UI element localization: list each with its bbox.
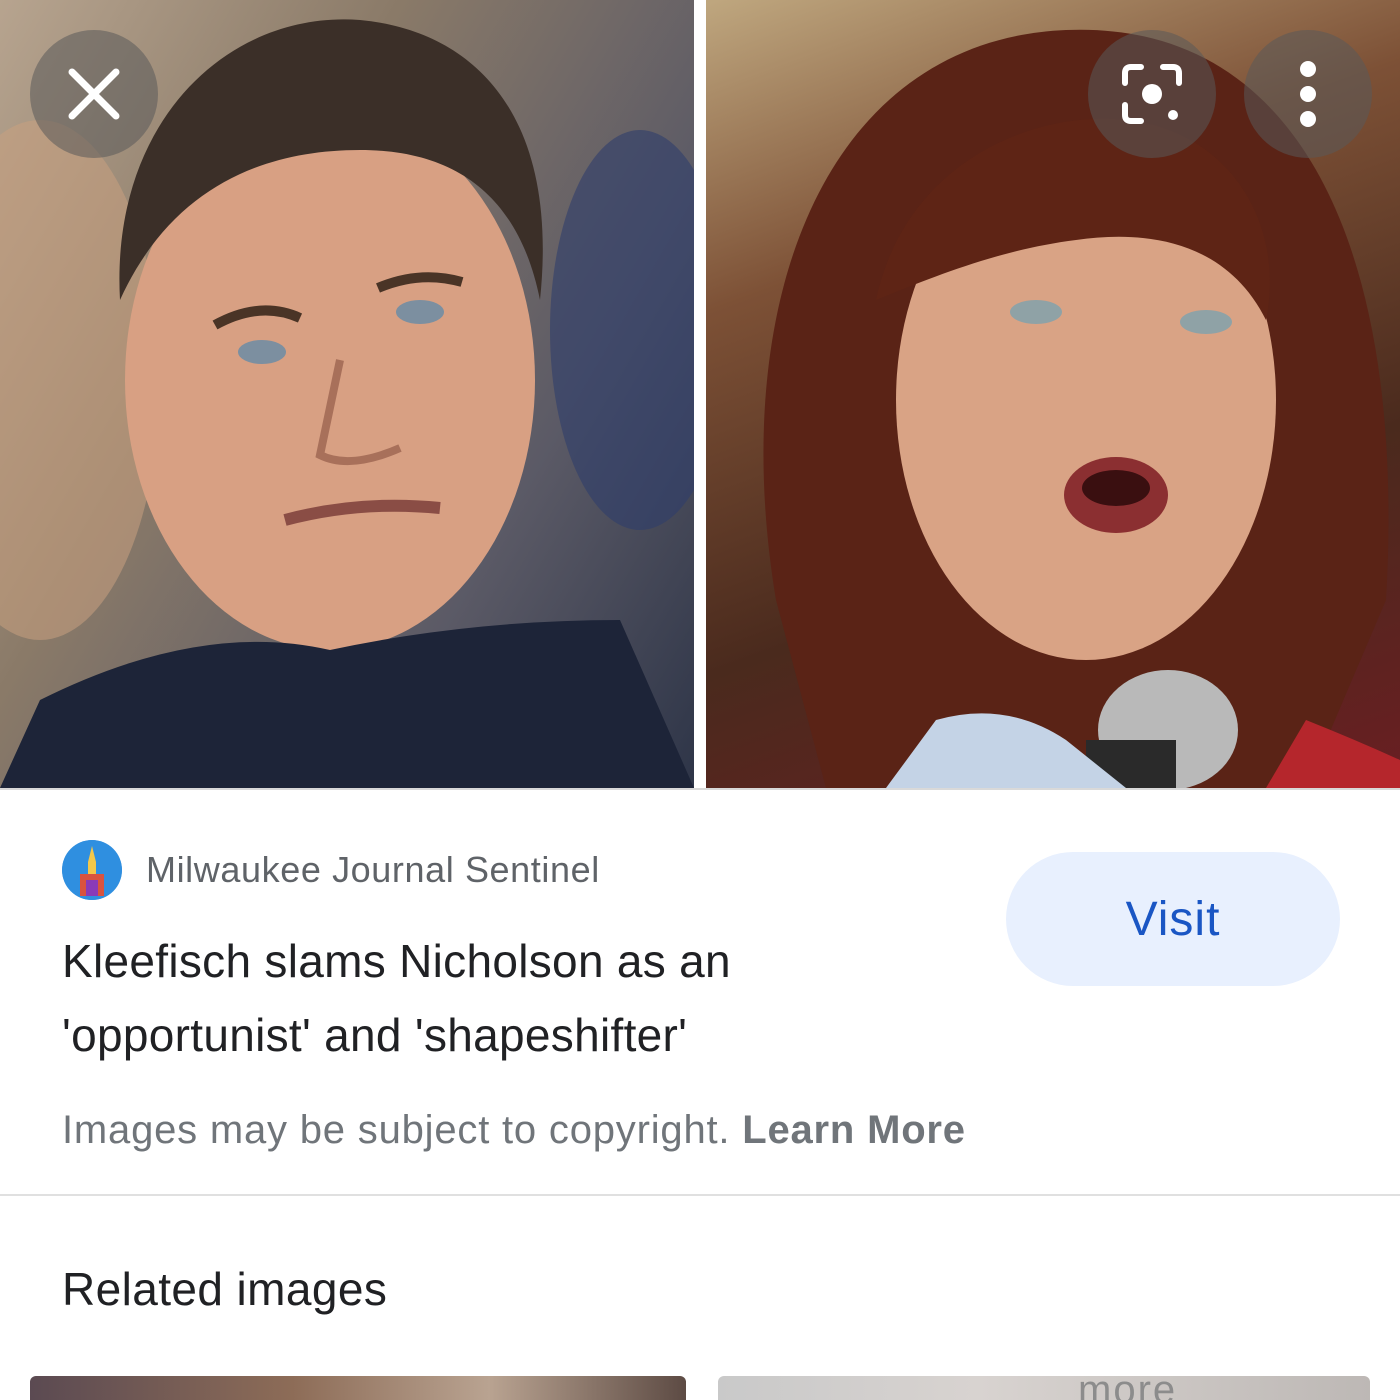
site-favicon bbox=[62, 840, 122, 900]
related-image-thumbnail-1[interactable] bbox=[30, 1376, 686, 1400]
related-image-thumbnail-2[interactable]: more bbox=[718, 1376, 1370, 1400]
visit-button[interactable]: Visit bbox=[1006, 852, 1340, 986]
thumbnail-2-text: more bbox=[1078, 1376, 1178, 1400]
headline-line-1: Kleefisch slams Nicholson as an bbox=[62, 935, 731, 987]
source-name[interactable]: Milwaukee Journal Sentinel bbox=[146, 849, 600, 891]
close-icon bbox=[68, 68, 120, 120]
copyright-text: Images may be subject to copyright. bbox=[62, 1108, 731, 1152]
learn-more-link[interactable]: Learn More bbox=[742, 1108, 966, 1152]
result-headline[interactable]: Kleefisch slams Nicholson as an 'opportu… bbox=[62, 924, 922, 1072]
image-divider bbox=[694, 0, 706, 788]
image-viewer[interactable] bbox=[0, 0, 1400, 790]
section-divider bbox=[0, 1194, 1400, 1196]
close-button[interactable] bbox=[30, 30, 158, 158]
site-favicon-graphic bbox=[62, 840, 122, 900]
visit-button-label: Visit bbox=[1125, 892, 1221, 946]
source-row[interactable]: Milwaukee Journal Sentinel bbox=[62, 838, 600, 902]
headline-line-2: 'opportunist' and 'shapeshifter' bbox=[62, 1009, 688, 1061]
google-lens-icon bbox=[1122, 64, 1182, 124]
google-lens-button[interactable] bbox=[1088, 30, 1216, 158]
viewer-bottom-edge bbox=[0, 788, 1400, 790]
copyright-notice: Images may be subject to copyright. Lear… bbox=[62, 1108, 966, 1153]
more-options-button[interactable] bbox=[1244, 30, 1372, 158]
more-vert-icon bbox=[1300, 61, 1316, 127]
related-images-title: Related images bbox=[62, 1263, 388, 1315]
